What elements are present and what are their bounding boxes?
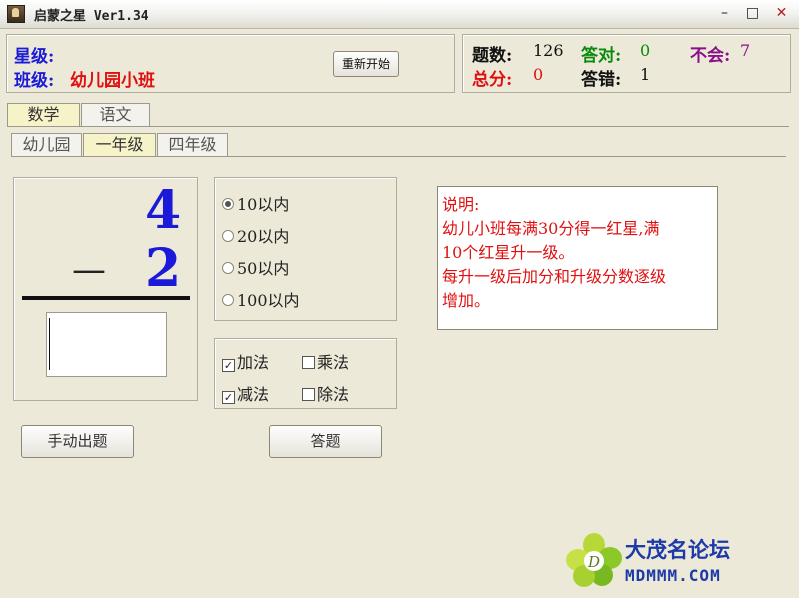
restart-button[interactable]: 重新开始 [333, 51, 399, 77]
checkbox-label: 减法 [237, 385, 270, 404]
info-box: 说明: 幼儿小班每满30分得一红星,满 10个红星升一级。 每升一级后加分和升级… [437, 186, 718, 330]
total-label: 题数: [472, 46, 513, 66]
division-checkbox[interactable]: 除法 [302, 381, 349, 405]
class-value: 幼儿园小班 [70, 71, 155, 91]
app-icon [7, 5, 25, 23]
range-100-radio[interactable]: 100以内 [222, 287, 300, 311]
grade-tab-line [11, 156, 786, 157]
unknown-label: 不会: [690, 46, 731, 66]
maximize-button[interactable]: □ [740, 3, 765, 24]
manual-question-button[interactable]: 手动出题 [21, 425, 134, 458]
range-20-radio[interactable]: 20以内 [222, 223, 289, 247]
multiplication-checkbox[interactable]: 乘法 [302, 349, 349, 373]
checkbox-label: 加法 [237, 353, 270, 372]
range-50-radio[interactable]: 50以内 [222, 255, 289, 279]
equation-line [22, 296, 190, 300]
tab-kindergarten[interactable]: 幼儿园 [11, 133, 82, 156]
radio-dot-icon [222, 198, 234, 210]
radio-dot-icon [222, 294, 234, 306]
checkbox-icon [302, 356, 315, 369]
info-line-1: 幼儿小班每满30分得一红星,满 [442, 219, 660, 238]
operator-sign: — [72, 250, 106, 290]
checkbox-icon [302, 388, 315, 401]
info-line-4: 增加。 [442, 291, 491, 310]
info-line-3: 每升一级后加分和升级分数逐级 [442, 267, 667, 286]
minimize-button[interactable]: – [712, 3, 737, 24]
watermark-name: 大茂名论坛 [625, 538, 730, 562]
text-caret [49, 318, 50, 370]
tab-grade-4[interactable]: 四年级 [157, 133, 228, 156]
tab-grade-1[interactable]: 一年级 [83, 133, 156, 156]
close-button[interactable]: ✕ [769, 3, 794, 24]
tab-math[interactable]: 数学 [7, 103, 80, 126]
app-window: 启蒙之星 Ver1.34 – □ ✕ 星级: 班级: 幼儿园小班 重新开始 题数… [0, 0, 799, 598]
range-label: 100以内 [237, 291, 300, 310]
star-level-label: 星级: [14, 47, 55, 67]
checkbox-label: 乘法 [317, 353, 350, 372]
correct-label: 答对: [581, 46, 622, 66]
flower-logo-icon: D [566, 533, 622, 587]
addition-checkbox[interactable]: ✓ 加法 [222, 349, 269, 373]
info-heading: 说明: [442, 195, 480, 214]
unknown-value: 7 [740, 41, 751, 60]
svg-text:D: D [587, 553, 600, 571]
tab-chinese[interactable]: 语文 [81, 103, 150, 126]
window-title: 启蒙之星 Ver1.34 [34, 9, 149, 24]
radio-dot-icon [222, 230, 234, 242]
score-value: 0 [533, 65, 544, 84]
watermark-url: MDMMM.COM [625, 566, 721, 585]
subject-tab-line [7, 126, 789, 127]
checkbox-checked-icon: ✓ [222, 359, 235, 372]
class-label: 班级: [14, 71, 55, 91]
bottom-number: 2 [145, 238, 182, 299]
range-label: 10以内 [237, 195, 290, 214]
subtraction-checkbox[interactable]: ✓ 减法 [222, 381, 269, 405]
info-line-2: 10个红星升一级。 [442, 243, 575, 262]
range-label: 20以内 [237, 227, 290, 246]
wrong-value: 1 [640, 65, 651, 84]
submit-answer-button[interactable]: 答题 [269, 425, 382, 458]
checkbox-label: 除法 [317, 385, 350, 404]
correct-value: 0 [640, 41, 651, 60]
answer-input[interactable] [46, 312, 167, 377]
checkbox-checked-icon: ✓ [222, 391, 235, 404]
range-label: 50以内 [237, 259, 290, 278]
radio-dot-icon [222, 262, 234, 274]
wrong-label: 答错: [581, 70, 622, 90]
title-bar[interactable]: 启蒙之星 Ver1.34 – □ ✕ [0, 0, 799, 29]
range-10-radio[interactable]: 10以内 [222, 191, 289, 215]
score-label: 总分: [472, 70, 513, 90]
total-value: 126 [533, 41, 564, 60]
top-number: 4 [145, 180, 182, 241]
